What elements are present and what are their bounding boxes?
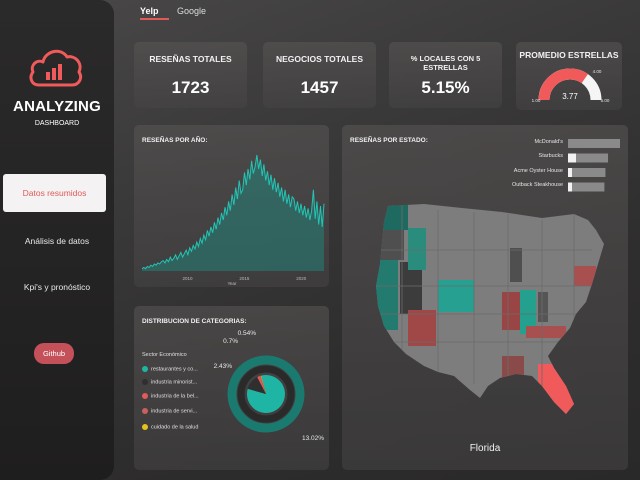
x-tick-label: 2020 [296, 276, 307, 281]
state-louisiana[interactable] [502, 356, 524, 386]
sidebar-item-analisis-de-datos[interactable]: Análisis de datos [0, 236, 114, 246]
state-california[interactable] [372, 260, 398, 330]
sidebar: ANALYZING DASHBOARD Datos resumidos Anál… [0, 0, 114, 480]
brand-name: ANALYZING [13, 98, 101, 115]
reviews-per-year-chart: 2010 2015 2020 Year [141, 154, 325, 286]
reviews-per-year-card: RESEÑAS POR AÑO: 2010 2015 2020 Year [134, 125, 329, 287]
donut-percent-label: 2.43% [214, 363, 233, 370]
x-axis-label: Year [227, 281, 237, 286]
gauge-value: 3.77 [562, 92, 578, 101]
state-missouri[interactable] [502, 292, 520, 330]
state-tennessee[interactable] [526, 326, 566, 338]
state-idaho[interactable] [408, 228, 426, 270]
selected-state-label: Florida [469, 443, 501, 454]
gauge-max-label: 5.00 [601, 98, 610, 103]
kpi-label: RESEÑAS TOTALES [149, 54, 232, 64]
kpi-label: NEGOCIOS TOTALES [275, 54, 364, 64]
state-florida[interactable] [538, 364, 586, 424]
state-arizona[interactable] [408, 310, 436, 346]
gauge-min-label: 1.00 [532, 98, 541, 103]
bar [568, 168, 606, 177]
kpi-value: 5.15% [421, 78, 470, 97]
bar-label: Acme Oyster House [513, 168, 563, 174]
kpi-value: 1457 [300, 78, 339, 97]
state-washington[interactable] [382, 200, 408, 230]
bar-label: McDonald's [534, 139, 563, 145]
bar-label: Outback Steakhouse [511, 182, 563, 188]
state-shapes [372, 200, 604, 424]
donut-percent-label: 13.02% [302, 435, 324, 442]
bar-highlight [568, 168, 572, 177]
kpi-value: 1723 [171, 78, 210, 97]
area-series-fill [142, 155, 324, 271]
kpi-card-total-reviews: RESEÑAS TOTALES 1723 [134, 42, 247, 108]
kpi-label: % LOCALES CON 5 ESTRELLAS [410, 54, 481, 72]
github-button[interactable]: Github [34, 343, 74, 364]
active-tab-indicator [140, 18, 169, 20]
brand-subtitle: DASHBOARD [34, 120, 80, 127]
tab-yelp[interactable]: Yelp [140, 6, 159, 16]
sidebar-item-kpis-y-pronostico[interactable]: Kpi's y pronóstico [0, 282, 114, 292]
gauge-target-label: 4.00 [593, 69, 602, 74]
bar [568, 139, 620, 148]
state-wisconsin[interactable] [510, 248, 522, 282]
bar-highlight [568, 153, 576, 163]
top-businesses-bar-chart [568, 139, 620, 192]
x-tick-label: 2010 [182, 276, 193, 281]
rating-gauge-card: PROMEDIO ESTRELLAS 3.77 1.00 5.00 4.00 [516, 42, 622, 110]
cloud-chart-logo-icon [29, 49, 83, 87]
state-pennsylvania[interactable] [574, 266, 596, 286]
x-tick-label: 2015 [239, 276, 250, 281]
kpi-card-total-businesses: NEGOCIOS TOTALES 1457 [263, 42, 376, 108]
bar-label: Starbucks [538, 153, 563, 159]
category-donut-chart: 13.02% 2.43% 0.7%0.54% [214, 330, 325, 442]
state-oregon[interactable] [378, 230, 404, 260]
us-state-map[interactable] [342, 190, 628, 430]
chart-title: RESEÑAS POR ESTADO: [350, 137, 428, 144]
tab-google[interactable]: Google [177, 6, 206, 16]
rating-gauge: 3.77 1.00 5.00 4.00 [532, 68, 610, 103]
state-colorado[interactable] [438, 280, 474, 312]
state-indiana[interactable] [538, 292, 548, 322]
kpi-card-five-star-percent: % LOCALES CON 5 ESTRELLAS 5.15% [389, 42, 502, 108]
donut-percent-label: 0.7% [223, 338, 238, 345]
sidebar-item-datos-resumidos[interactable]: Datos resumidos [3, 174, 106, 212]
donut-percent-label: 0.54% [238, 330, 257, 337]
